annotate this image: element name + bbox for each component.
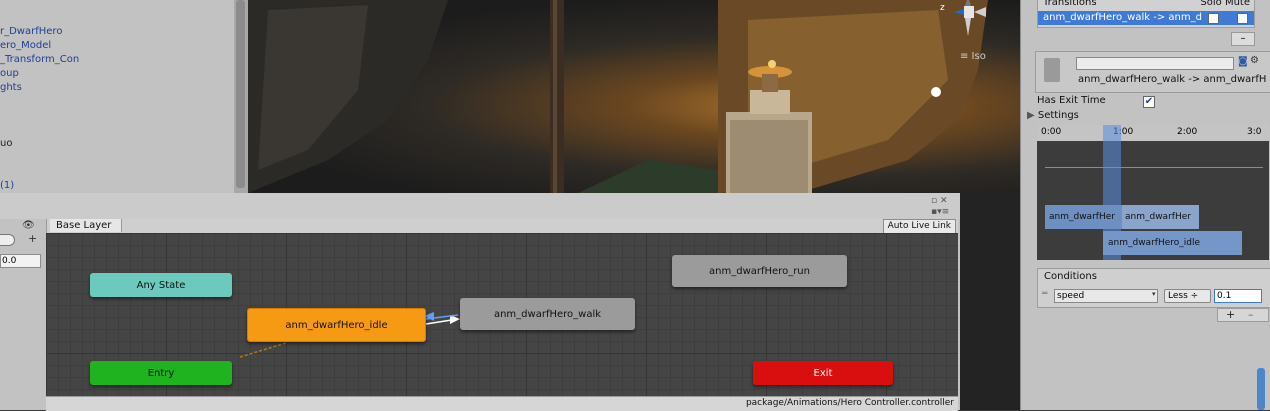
clip-bar-destination[interactable]: anm_dwarfHero_idle	[1103, 231, 1242, 255]
entry-node[interactable]: Entry	[90, 361, 232, 385]
resize-handle[interactable]	[1257, 368, 1265, 410]
drag-handle-icon[interactable]: ═	[1042, 289, 1047, 299]
remove-condition-button[interactable]: –	[1248, 308, 1254, 321]
auto-live-link-button[interactable]: Auto Live Link	[882, 219, 956, 234]
iso-label[interactable]: ≡ Iso	[960, 51, 986, 62]
scene-view-lower	[960, 193, 1020, 410]
solo-checkbox[interactable]	[1208, 13, 1219, 24]
add-parameter-button[interactable]: +	[28, 232, 37, 245]
hierarchy-item[interactable]: uo	[0, 138, 12, 149]
animator-toolbar: ▫ ✕ ▪▾≡	[0, 193, 960, 219]
clip-bar-source[interactable]: anm_dwarfHer	[1045, 205, 1125, 229]
animator-window: ▫ ✕ ▪▾≡ Base Layer Auto Live Link 👁 + 0.…	[0, 193, 960, 411]
condition-buttons: + –	[1217, 308, 1269, 322]
breadcrumb-base-layer[interactable]: Base Layer	[50, 219, 123, 232]
book-icon[interactable]: ◙	[1238, 56, 1248, 67]
hierarchy-item[interactable]: oup	[0, 68, 19, 79]
settings-foldout[interactable]: ▶ Settings	[1027, 110, 1079, 121]
controller-path: package/Animations/Hero Controller.contr…	[745, 398, 954, 408]
condition-value-input[interactable]: 0.1	[1214, 289, 1262, 303]
transition-icon	[1044, 58, 1060, 82]
state-machine-graph[interactable]: Any State Entry anm_dwarfHero_idle anm_d…	[46, 233, 958, 396]
idle-state-node[interactable]: anm_dwarfHero_idle	[247, 308, 426, 342]
transitions-list: Transitions Solo Mute anm_dwarfHero_walk…	[1037, 0, 1255, 28]
hierarchy-item[interactable]: ero_Model	[0, 40, 51, 51]
hierarchy-item[interactable]: ghts	[0, 82, 22, 93]
lock-icon[interactable]: ▪▾≡	[931, 207, 949, 217]
gear-icon[interactable]: ⚙	[1250, 55, 1259, 66]
window-menu-icon[interactable]: ▫ ✕	[931, 196, 948, 206]
transition-timeline[interactable]: 0:00 1:00 2:00 3:0 anm_dwarfHer anm_dwar…	[1037, 125, 1269, 260]
transition-row[interactable]: anm_dwarfHero_walk -> anm_d	[1038, 11, 1254, 25]
scene-view[interactable]: z ≡ Iso	[248, 0, 1020, 193]
solo-mute-header: Solo Mute	[1200, 0, 1250, 8]
scene-render	[248, 0, 988, 193]
conditions-list: Conditions ═ speed ▾ Less ÷ 0.1	[1037, 268, 1270, 308]
hierarchy-scroll-thumb[interactable]	[236, 0, 245, 188]
has-exit-time-checkbox[interactable]: ✔	[1143, 96, 1155, 108]
condition-operator-select[interactable]: Less ÷	[1164, 289, 1211, 303]
hierarchy-item[interactable]: (1)	[0, 180, 14, 191]
transition-title: anm_dwarfHero_walk -> anm_dwarfH	[1078, 74, 1267, 85]
hierarchy-panel: r_DwarfHero ero_Model _Transform_Con oup…	[0, 0, 234, 193]
gizmo-z-label: z	[940, 3, 945, 13]
mute-checkbox[interactable]	[1237, 13, 1248, 24]
hierarchy-item[interactable]: r_DwarfHero	[0, 26, 62, 37]
remove-transition-button[interactable]: –	[1231, 32, 1255, 46]
timeline-line	[1045, 167, 1263, 168]
inspector-panel: Transitions Solo Mute anm_dwarfHero_walk…	[1020, 0, 1270, 410]
transition-header: ◙ ⚙ anm_dwarfHero_walk -> anm_dwarfH	[1035, 51, 1270, 93]
layer-tab-bar: Base Layer Auto Live Link	[46, 219, 958, 234]
parameters-panel: 👁 + 0.0	[0, 219, 47, 410]
add-condition-button[interactable]: +	[1226, 308, 1235, 321]
transition-row-label: anm_dwarfHero_walk -> anm_d	[1043, 12, 1202, 23]
condition-parameter-select[interactable]: speed	[1054, 289, 1158, 303]
eye-icon[interactable]: 👁	[22, 220, 35, 231]
transitions-header: Transitions	[1043, 0, 1097, 8]
chevron-down-icon: ▾	[1152, 290, 1156, 298]
walk-state-node[interactable]: anm_dwarfHero_walk	[460, 298, 635, 330]
search-field[interactable]	[0, 234, 15, 246]
exit-node[interactable]: Exit	[753, 361, 893, 385]
has-exit-time-label: Has Exit Time	[1037, 95, 1106, 106]
parameter-value-field[interactable]: 0.0	[0, 254, 41, 268]
status-bar: package/Animations/Hero Controller.contr…	[46, 396, 958, 411]
any-state-node[interactable]: Any State	[90, 273, 232, 297]
timeline-ruler: 0:00 1:00 2:00 3:0	[1037, 125, 1269, 141]
clip-bar-source-2[interactable]: anm_dwarfHer	[1122, 205, 1199, 229]
transition-name-field[interactable]	[1076, 57, 1234, 70]
run-state-node[interactable]: anm_dwarfHero_run	[672, 255, 847, 287]
hierarchy-item[interactable]: _Transform_Con	[0, 54, 79, 65]
conditions-header: Conditions	[1044, 271, 1097, 282]
